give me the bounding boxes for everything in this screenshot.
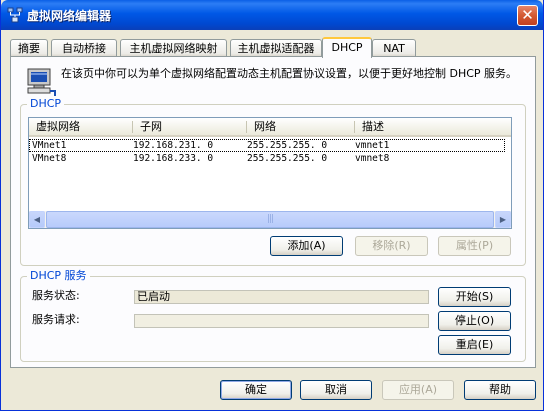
tab-host-virtual-network-mapping[interactable]: 主机虚拟网络映射 <box>120 39 227 57</box>
computer-network-icon <box>27 68 56 96</box>
column-label: 子网 <box>140 120 162 133</box>
row-mask: 255.255.255. 0 <box>247 153 328 164</box>
dhcp-group-legend: DHCP <box>27 98 65 110</box>
row-mask: 255.255.255. 0 <box>247 140 328 151</box>
cancel-button[interactable]: 取消 <box>300 380 372 400</box>
restart-service-button[interactable]: 重启(E) <box>438 335 511 355</box>
window-title: 虚拟网络编辑器 <box>27 9 112 23</box>
list-header: 虚拟网络 子网 网络 描述 <box>29 118 511 137</box>
row-network: VMnet1 <box>32 140 67 151</box>
row-description: vmnet1 <box>355 140 390 151</box>
column-virtual-network[interactable]: 虚拟网络 <box>29 118 133 135</box>
help-button[interactable]: 帮助 <box>464 380 536 400</box>
service-request-value <box>134 314 429 328</box>
chevron-right-icon: ▶ <box>499 215 507 224</box>
row-description: vmnet8 <box>355 153 390 164</box>
chevron-left-icon: ◀ <box>33 215 41 224</box>
scroll-left-button[interactable]: ◀ <box>29 211 45 228</box>
service-request-label: 服务请求: <box>32 313 80 326</box>
scroll-right-button[interactable]: ▶ <box>495 211 511 228</box>
stop-service-button[interactable]: 停止(O) <box>438 311 511 331</box>
row-subnet: 192.168.231. 0 <box>133 140 214 151</box>
dhcp-service-group-legend: DHCP 服务 <box>27 270 90 282</box>
horizontal-scrollbar[interactable]: ◀ ||| ▶ <box>29 211 511 228</box>
intro-description: 在该页中你可以为单个虚拟网络配置动态主机配置协议设置，以便于更好地控制 DHCP… <box>61 67 518 80</box>
network-icon <box>7 7 23 23</box>
service-status-label: 服务状态: <box>32 289 80 302</box>
column-network[interactable]: 网络 <box>247 118 355 135</box>
column-label: 描述 <box>362 120 384 133</box>
tab-nat[interactable]: NAT <box>372 39 416 57</box>
service-status-value: 已启动 <box>134 290 429 304</box>
add-button[interactable]: 添加(A) <box>270 236 343 256</box>
column-description[interactable]: 描述 <box>355 118 511 135</box>
column-label: 网络 <box>254 120 276 133</box>
scroll-grip-icon: ||| <box>266 214 274 224</box>
scrollbar-thumb[interactable]: ||| <box>46 211 494 228</box>
tab-dhcp[interactable]: DHCP <box>322 37 372 58</box>
apply-button[interactable]: 应用(A) <box>382 380 454 400</box>
close-button[interactable]: ✕ <box>517 5 538 26</box>
virtual-network-editor-window: 虚拟网络编辑器 ✕ 摘要 自动桥接 主机虚拟网络映射 主机虚拟适配器 DHCP … <box>0 0 544 411</box>
row-subnet: 192.168.233. 0 <box>133 153 214 164</box>
column-subnet[interactable]: 子网 <box>133 118 247 135</box>
close-icon: ✕ <box>521 6 534 24</box>
row-network: VMnet8 <box>32 153 67 164</box>
tab-automatic-bridging[interactable]: 自动桥接 <box>51 39 117 57</box>
table-row[interactable]: VMnet1 192.168.231. 0 255.255.255. 0 vmn… <box>29 139 505 152</box>
table-row[interactable]: VMnet8 192.168.233. 0 255.255.255. 0 vmn… <box>29 152 505 165</box>
tab-summary[interactable]: 摘要 <box>10 39 48 57</box>
title-bar[interactable]: 虚拟网络编辑器 ✕ <box>1 0 543 30</box>
column-label: 虚拟网络 <box>36 120 80 133</box>
properties-button[interactable]: 属性(P) <box>438 236 511 256</box>
ok-button[interactable]: 确定 <box>220 380 292 400</box>
start-service-button[interactable]: 开始(S) <box>438 287 511 307</box>
dhcp-network-list[interactable]: 虚拟网络 子网 网络 描述 VMnet1 192.168.231. 0 255.… <box>28 117 512 229</box>
tab-host-virtual-adapters[interactable]: 主机虚拟适配器 <box>230 39 322 57</box>
remove-button[interactable]: 移除(R) <box>355 236 428 256</box>
